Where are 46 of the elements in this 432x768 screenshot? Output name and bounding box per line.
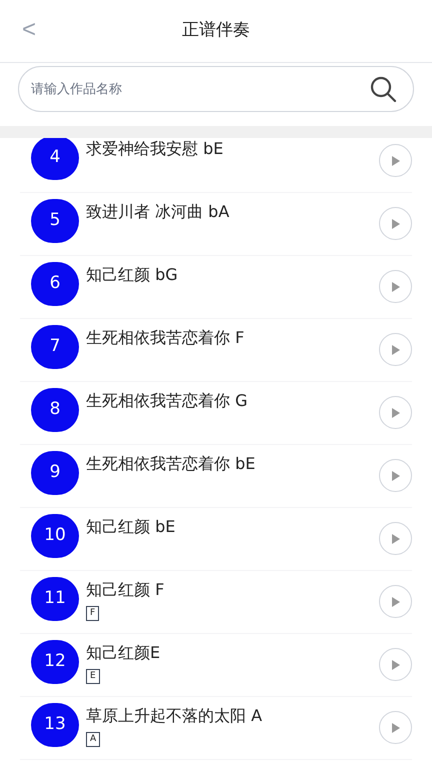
song-title[interactable]: 求爱神给我安慰 bE	[86, 138, 224, 161]
number-badge: 13	[31, 703, 79, 747]
number-badge: 10	[31, 514, 79, 558]
play-button[interactable]	[379, 711, 412, 744]
play-icon	[391, 534, 400, 544]
play-button[interactable]	[379, 396, 412, 429]
page-title: 正谱伴奏	[182, 19, 250, 42]
number-badge: 4	[31, 138, 79, 180]
play-button[interactable]	[379, 144, 412, 177]
play-icon	[391, 470, 400, 480]
number-badge: 9	[31, 451, 79, 495]
play-icon	[391, 282, 400, 292]
play-button[interactable]	[379, 207, 412, 240]
play-icon	[391, 408, 400, 418]
play-button[interactable]	[379, 585, 412, 618]
number-badge: 8	[31, 388, 79, 432]
key-tag: A	[86, 732, 100, 747]
song-title[interactable]: 草原上升起不落的太阳 A	[86, 704, 262, 728]
play-icon	[391, 218, 400, 228]
play-icon	[391, 156, 400, 166]
play-button[interactable]	[379, 522, 412, 555]
play-button[interactable]	[379, 459, 412, 492]
search-field[interactable]: 请输入作品名称	[18, 66, 414, 112]
song-title[interactable]: 生死相依我苦恋着你 F	[86, 326, 244, 350]
play-icon	[391, 660, 400, 670]
number-badge: 6	[31, 262, 79, 306]
song-title[interactable]: 知己红颜 bG	[86, 263, 178, 287]
number-badge: 5	[31, 199, 79, 243]
play-button[interactable]	[379, 333, 412, 366]
play-icon	[391, 596, 400, 606]
play-icon	[391, 722, 400, 732]
number-badge: 7	[31, 325, 79, 369]
song-title[interactable]: 致进川者 冰河曲 bA	[86, 200, 230, 224]
play-icon	[391, 344, 400, 354]
song-title[interactable]: 生死相依我苦恋着你 bE	[86, 452, 256, 476]
song-title[interactable]: 生死相依我苦恋着你 G	[86, 389, 248, 413]
play-button[interactable]	[379, 270, 412, 303]
song-title[interactable]: 知己红颜 F	[86, 578, 164, 602]
number-badge: 12	[31, 640, 79, 684]
number-badge: 11	[31, 577, 79, 621]
key-tag: F	[86, 606, 100, 621]
play-button[interactable]	[379, 648, 412, 681]
song-title[interactable]: 知己红颜E	[86, 641, 160, 665]
song-title[interactable]: 知己红颜 bE	[86, 515, 176, 539]
search-icon[interactable]	[368, 74, 398, 104]
key-tag: E	[86, 669, 100, 684]
